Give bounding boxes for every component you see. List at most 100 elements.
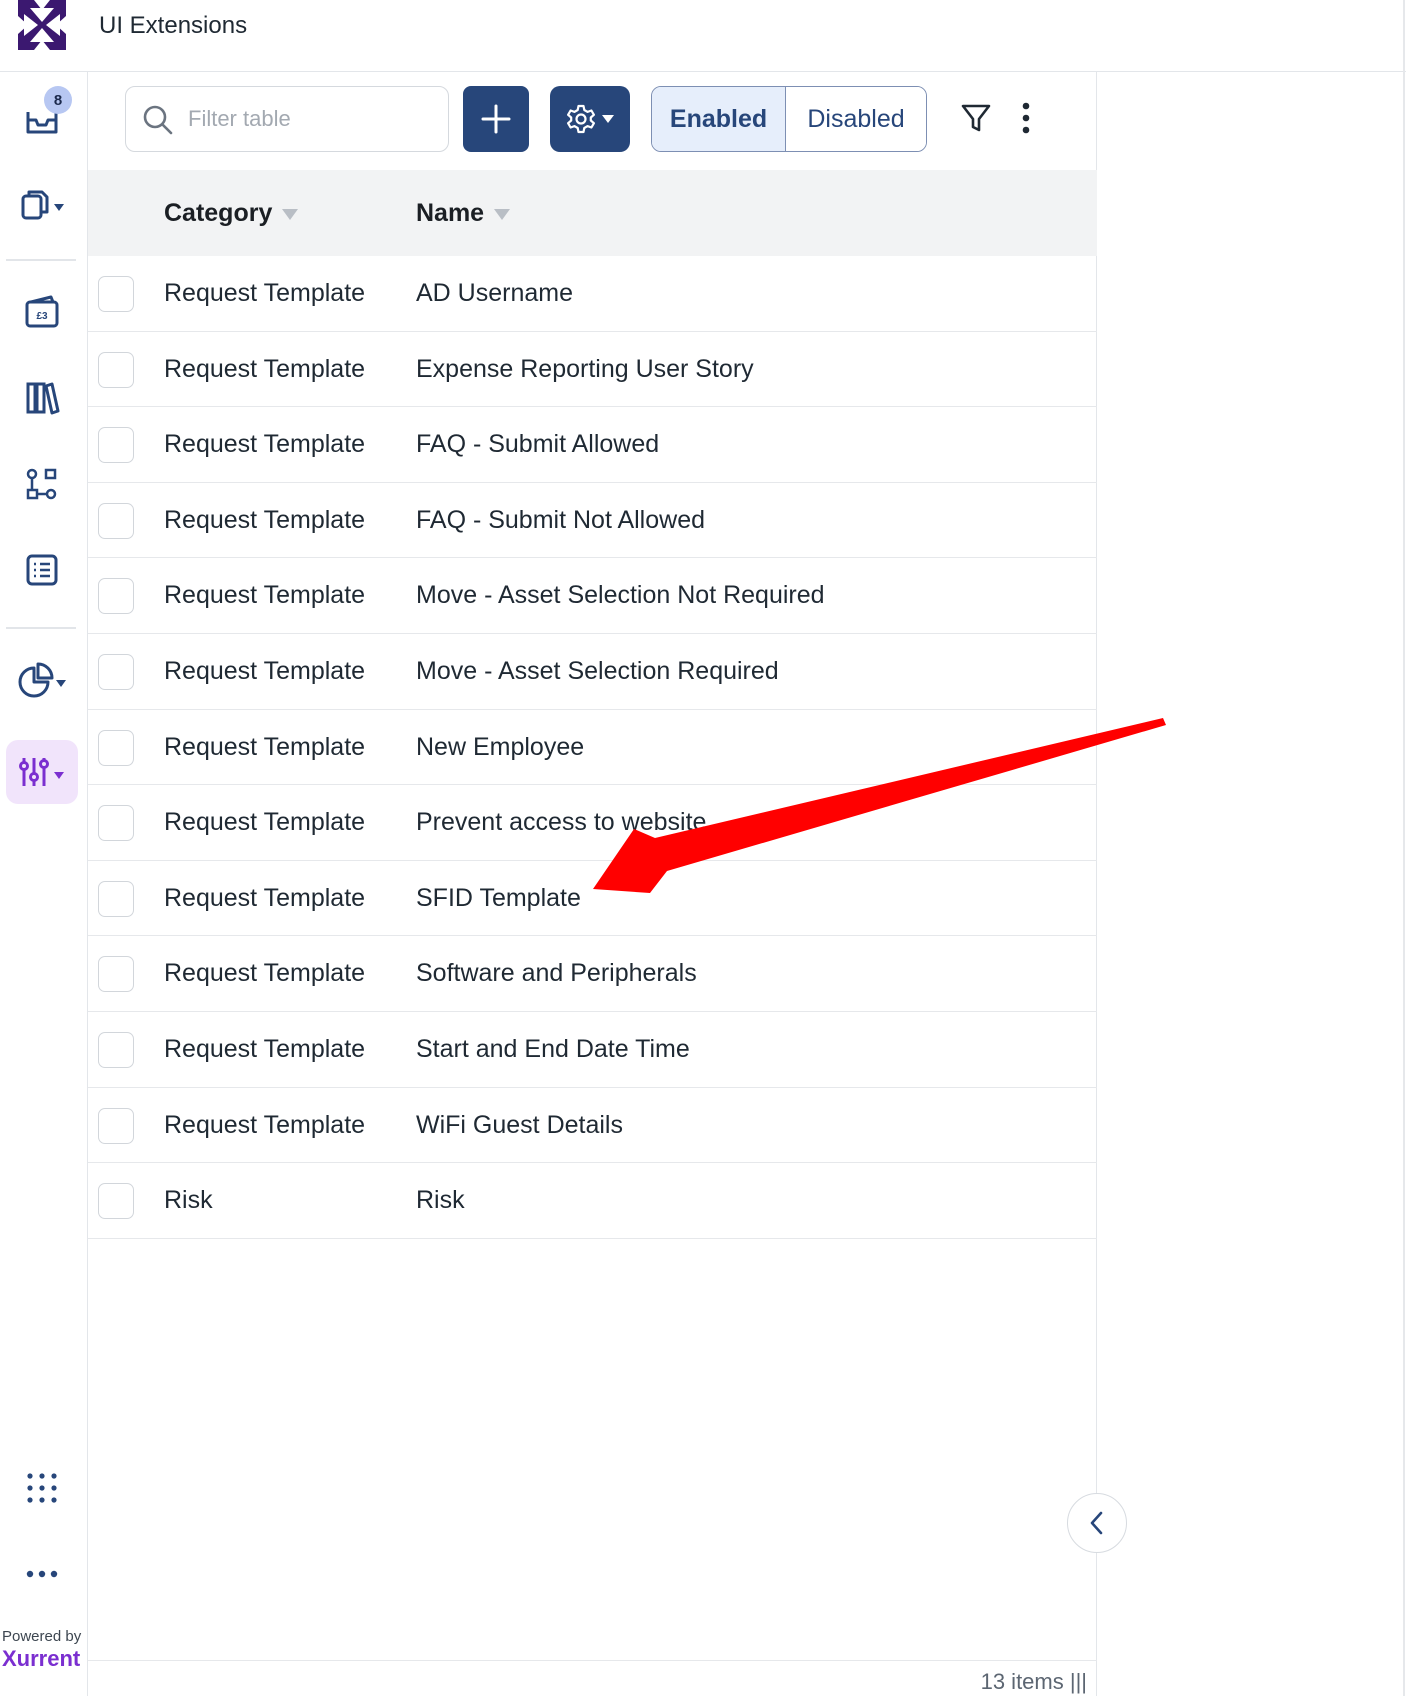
sort-caret-icon xyxy=(494,208,511,220)
table-row[interactable]: Request Template WiFi Guest Details xyxy=(88,1088,1097,1164)
table-row[interactable]: Request Template Move - Asset Selection R… xyxy=(88,634,1097,710)
table-row[interactable]: Request Template AD Username xyxy=(88,256,1097,332)
row-checkbox[interactable] xyxy=(98,351,134,388)
name-cell[interactable]: WiFi Guest Details xyxy=(416,1088,623,1163)
nav-settings[interactable] xyxy=(6,740,78,804)
category-cell: Request Template xyxy=(164,959,366,988)
row-checkbox[interactable] xyxy=(98,805,134,842)
more-options-button[interactable] xyxy=(1008,94,1044,142)
column-header-category[interactable]: Category xyxy=(164,170,299,256)
table-row[interactable]: Request Template Prevent access to websit… xyxy=(88,785,1097,861)
column-label: Name xyxy=(416,198,485,227)
table-row[interactable]: Request Template Move - Asset Selection N… xyxy=(88,558,1097,634)
table-toolbar: Enabled Disabled xyxy=(88,72,1097,170)
nav-reports[interactable] xyxy=(6,648,78,712)
table-row[interactable]: Request Template FAQ - Submit Allowed xyxy=(88,407,1097,483)
name-cell[interactable]: SFID Template xyxy=(416,861,581,936)
row-checkbox[interactable] xyxy=(98,653,134,690)
table-row[interactable]: Request Template FAQ - Submit Not Allowed xyxy=(88,483,1097,559)
nav-more[interactable] xyxy=(6,1542,78,1606)
nav-divider xyxy=(6,627,76,629)
name-cell[interactable]: Software and Peripherals xyxy=(416,936,697,1011)
row-checkbox[interactable] xyxy=(98,880,134,917)
nav-divider xyxy=(6,259,76,261)
xurrent-logo-icon[interactable] xyxy=(16,0,68,50)
table-footer: 13 items ||| xyxy=(88,1660,1097,1696)
chevron-left-icon xyxy=(1090,1511,1103,1535)
name-cell[interactable]: Expense Reporting User Story xyxy=(416,332,754,407)
filter-button[interactable] xyxy=(952,94,1000,142)
documents-icon xyxy=(21,190,64,220)
disabled-toggle[interactable]: Disabled xyxy=(786,87,926,151)
row-checkbox[interactable] xyxy=(98,578,134,615)
apps-grid-icon xyxy=(27,1473,57,1503)
category-cell: Risk xyxy=(164,1186,213,1215)
table-row[interactable]: Risk Risk xyxy=(88,1163,1097,1239)
name-cell[interactable]: Move - Asset Selection Required xyxy=(416,634,779,709)
name-cell[interactable]: New Employee xyxy=(416,710,584,785)
sort-caret-icon xyxy=(282,208,299,220)
row-checkbox[interactable] xyxy=(98,1107,134,1144)
row-checkbox[interactable] xyxy=(98,502,134,539)
row-checkbox[interactable] xyxy=(98,956,134,993)
reports-icon xyxy=(18,662,66,698)
category-cell: Request Template xyxy=(164,279,366,307)
search-box xyxy=(125,86,449,152)
table-row[interactable]: Request Template Expense Reporting User S… xyxy=(88,332,1097,408)
gear-icon xyxy=(567,104,595,134)
vertical-dots-icon xyxy=(1022,102,1030,134)
row-checkbox[interactable] xyxy=(98,427,134,464)
column-header-name[interactable]: Name xyxy=(416,170,511,256)
library-icon xyxy=(26,382,60,415)
main-panel: Enabled Disabled Category Name Request T… xyxy=(88,72,1097,1696)
row-checkbox[interactable] xyxy=(98,729,134,766)
table-header: Category Name xyxy=(88,170,1097,256)
plus-icon xyxy=(481,104,511,134)
item-count: 13 items ||| xyxy=(980,1669,1087,1694)
nav-apps[interactable] xyxy=(6,1456,78,1520)
row-checkbox[interactable] xyxy=(98,1031,134,1068)
nav-library[interactable] xyxy=(6,366,78,430)
table-row[interactable]: Request Template New Employee xyxy=(88,710,1097,786)
table-row[interactable]: Request Template SFID Template xyxy=(88,861,1097,937)
table-row[interactable]: Request Template Software and Peripherals xyxy=(88,936,1097,1012)
nav-inbox[interactable]: 8 xyxy=(6,86,78,150)
category-cell: Request Template xyxy=(164,1110,366,1139)
category-cell: Request Template xyxy=(164,1034,366,1063)
column-label: Category xyxy=(164,198,273,227)
svg-text:£3: £3 xyxy=(36,311,48,322)
add-button[interactable] xyxy=(463,86,529,152)
search-icon xyxy=(143,105,173,135)
row-checkbox[interactable] xyxy=(98,1183,134,1220)
page-title: UI Extensions xyxy=(99,12,248,39)
chevron-down-icon xyxy=(602,115,614,123)
status-toggle: Enabled Disabled xyxy=(651,86,927,152)
name-cell[interactable]: Move - Asset Selection Not Required xyxy=(416,558,825,633)
inbox-count-badge: 8 xyxy=(44,86,72,114)
table-row[interactable]: Request Template Start and End Date Time xyxy=(88,1012,1097,1088)
collapse-panel-button[interactable] xyxy=(1067,1493,1127,1553)
settings-dropdown-button[interactable] xyxy=(550,86,630,152)
category-cell: Request Template xyxy=(164,581,366,610)
name-cell[interactable]: FAQ - Submit Allowed xyxy=(416,407,659,482)
name-cell[interactable]: FAQ - Submit Not Allowed xyxy=(416,483,705,558)
name-cell[interactable]: Start and End Date Time xyxy=(416,1012,690,1087)
brand-name[interactable]: Xurrent xyxy=(2,1646,80,1672)
category-cell: Request Template xyxy=(164,430,366,459)
name-cell[interactable]: AD Username xyxy=(416,256,573,331)
nav-forms[interactable] xyxy=(6,538,78,602)
name-cell[interactable]: Risk xyxy=(416,1163,465,1238)
forms-icon xyxy=(26,554,58,586)
row-checkbox[interactable] xyxy=(98,276,134,312)
name-cell[interactable]: Prevent access to website xyxy=(416,785,706,860)
window-edge xyxy=(1403,0,1405,1696)
category-cell: Request Template xyxy=(164,505,366,534)
settings-sliders-icon xyxy=(19,758,64,786)
filter-icon xyxy=(961,104,991,132)
search-input[interactable] xyxy=(188,101,438,137)
nav-tickets[interactable]: £3 xyxy=(6,280,78,344)
nav-documents[interactable] xyxy=(6,172,78,236)
enabled-toggle[interactable]: Enabled xyxy=(652,87,787,151)
category-cell: Request Template xyxy=(164,354,366,383)
nav-workflows[interactable] xyxy=(6,452,78,516)
